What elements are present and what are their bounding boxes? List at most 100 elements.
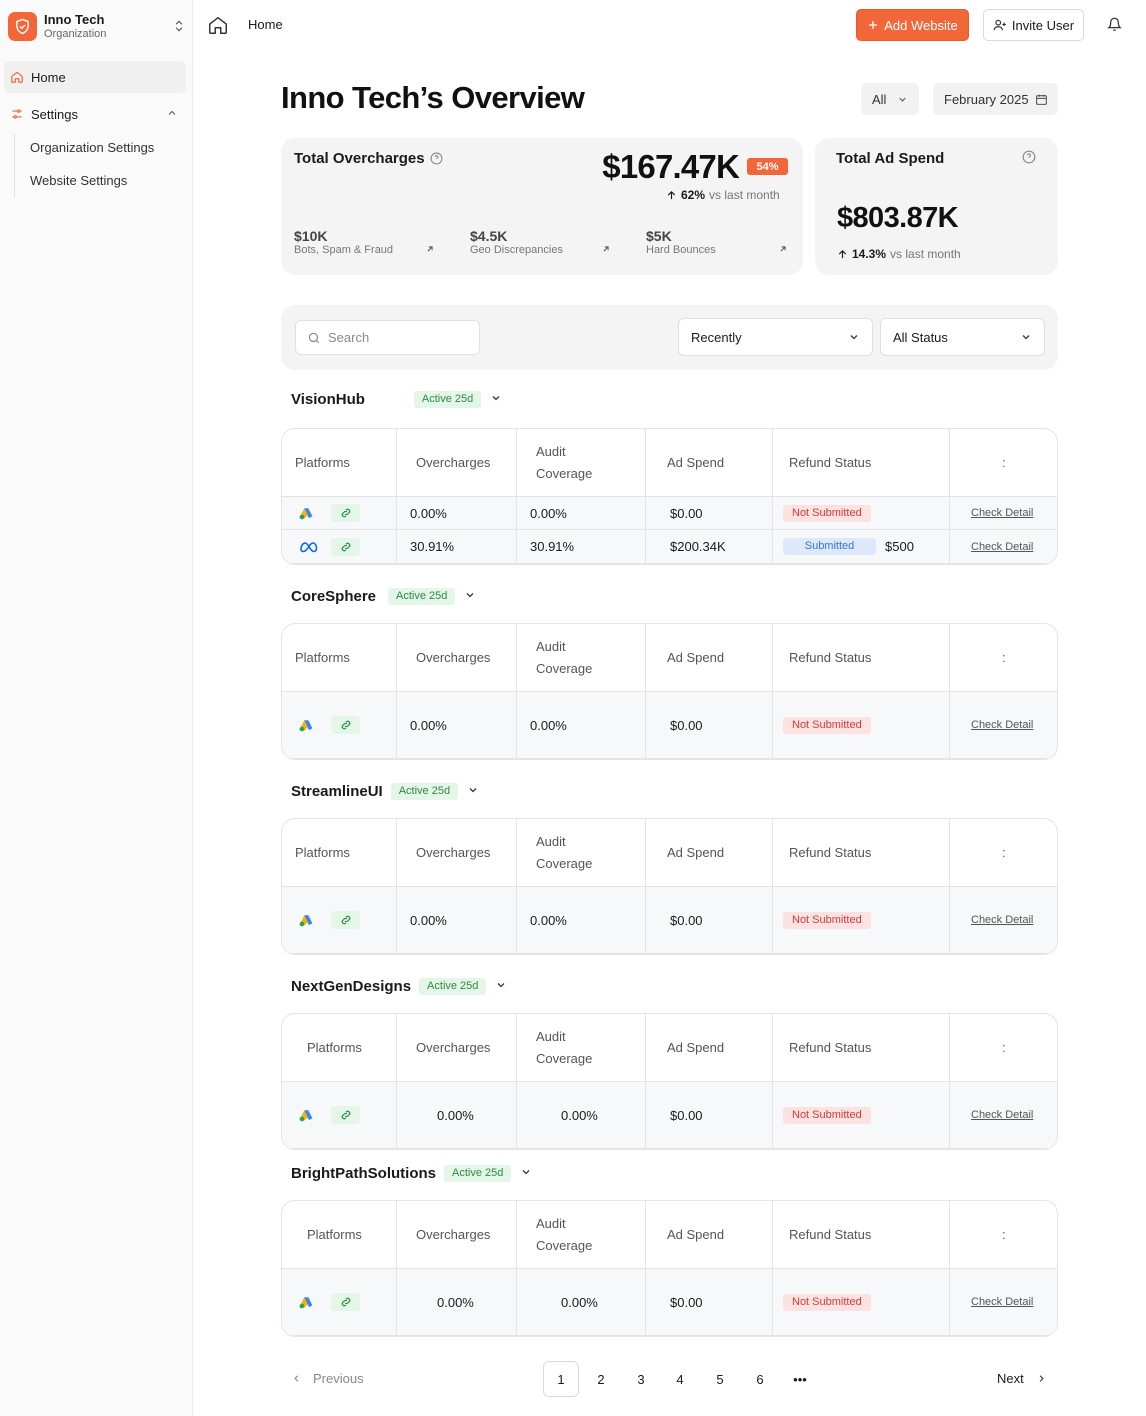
- check-detail-link[interactable]: Check Detail: [971, 497, 1033, 529]
- table-row: 0.00% 0.00% $0.00 Not Submitted Check Detail: [282, 1269, 1057, 1336]
- website-name: BrightPathSolutions: [291, 1165, 436, 1182]
- column-divider: [772, 1014, 773, 1149]
- previous-page-button[interactable]: Previous: [291, 1371, 364, 1386]
- overcharges-percent-badge: 54%: [747, 158, 788, 175]
- website-group-header[interactable]: StreamlineUI Active 25d: [291, 783, 479, 800]
- chevron-updown-icon[interactable]: [172, 19, 186, 33]
- overcharges-trend-text: vs last month: [709, 188, 780, 202]
- page-3-button[interactable]: 3: [623, 1361, 659, 1397]
- table-header: Platforms Overcharges Audit Coverage Ad Spen…: [282, 624, 1057, 692]
- page-2-button[interactable]: 2: [583, 1361, 619, 1397]
- refund-status-cell: Not Submitted: [783, 887, 871, 953]
- chevron-down-icon[interactable]: [464, 589, 476, 604]
- chevron-down-icon[interactable]: [495, 979, 507, 994]
- overcharges-title: Total Overcharges: [294, 150, 425, 167]
- header-actions[interactable]: :: [1002, 624, 1006, 692]
- audit-coverage-cell: 30.91%: [530, 539, 575, 554]
- platform-link[interactable]: [331, 692, 360, 758]
- bell-icon[interactable]: [1107, 17, 1122, 32]
- chevron-down-icon[interactable]: [467, 784, 479, 799]
- header-ad-spend: Ad Spend: [667, 1040, 725, 1055]
- metric-geo[interactable]: $4.5K Geo Discrepancies: [470, 228, 563, 256]
- check-detail-link[interactable]: Check Detail: [971, 1269, 1033, 1335]
- status-badge: Active 25d: [419, 978, 487, 995]
- header-audit-coverage: Audit Coverage: [536, 624, 592, 692]
- next-page-button[interactable]: Next: [997, 1371, 1047, 1386]
- platform-link[interactable]: [331, 887, 360, 953]
- header-actions[interactable]: :: [1002, 429, 1006, 497]
- page-4-button[interactable]: 4: [662, 1361, 698, 1397]
- header-actions[interactable]: :: [1002, 1201, 1006, 1269]
- refund-status-badge: Not Submitted: [783, 504, 871, 522]
- check-detail-link[interactable]: Check Detail: [971, 1082, 1033, 1148]
- platform-link[interactable]: [331, 497, 360, 529]
- website-group-header[interactable]: CoreSphere Active 25d: [291, 588, 476, 605]
- column-divider: [516, 1014, 517, 1149]
- table-row: 0.00% 0.00% $0.00 Not Submitted Check Detail: [282, 692, 1057, 759]
- platform-link[interactable]: [331, 1269, 360, 1335]
- home-icon[interactable]: [207, 14, 229, 36]
- check-detail-link[interactable]: Check Detail: [971, 692, 1033, 758]
- header-actions[interactable]: :: [1002, 1014, 1006, 1082]
- arrow-up-right-icon[interactable]: [601, 244, 611, 254]
- status-badge: Active 25d: [413, 391, 482, 408]
- org-switcher[interactable]: Inno Tech Organization: [8, 8, 186, 44]
- breadcrumb[interactable]: Home: [248, 17, 283, 32]
- sidebar-item-organization-settings[interactable]: Organization Settings: [30, 140, 154, 155]
- chevron-down-icon[interactable]: [490, 392, 502, 407]
- header-audit-line1: Audit: [536, 639, 566, 654]
- arrow-up-right-icon[interactable]: [778, 244, 788, 254]
- previous-label: Previous: [313, 1371, 364, 1386]
- chevron-down-icon: [850, 335, 858, 340]
- check-detail-link[interactable]: Check Detail: [971, 887, 1033, 953]
- header-actions[interactable]: :: [1002, 819, 1006, 887]
- sidebar-item-label: Settings: [31, 106, 78, 122]
- next-label: Next: [997, 1371, 1024, 1386]
- refund-status-badge: Not Submitted: [783, 1293, 871, 1311]
- sidebar-item-settings[interactable]: Settings: [4, 98, 186, 130]
- arrow-up-right-icon[interactable]: [425, 244, 435, 254]
- website-group-header[interactable]: VisionHub Active 25d: [291, 391, 502, 408]
- header-ad-spend: Ad Spend: [667, 1227, 725, 1242]
- platform-link[interactable]: [331, 530, 360, 563]
- adspend-trend: 14.3% vs last month: [837, 247, 961, 261]
- column-divider: [396, 429, 397, 564]
- status-select[interactable]: All Status: [880, 318, 1045, 356]
- invite-user-button[interactable]: Invite User: [983, 9, 1084, 41]
- search-input[interactable]: Search: [295, 320, 480, 355]
- website-group-header[interactable]: BrightPathSolutions Active 25d: [291, 1165, 532, 1182]
- search-icon: [308, 332, 320, 343]
- chevron-down-icon: [1022, 335, 1030, 340]
- org-name: Inno Tech: [44, 11, 105, 27]
- header-ad-spend: Ad Spend: [667, 455, 725, 470]
- platform-link[interactable]: [331, 1082, 360, 1148]
- page-5-button[interactable]: 5: [702, 1361, 738, 1397]
- date-picker[interactable]: February 2025: [933, 83, 1058, 115]
- sidebar-item-website-settings[interactable]: Website Settings: [30, 173, 127, 188]
- refund-status-cell: Not Submitted: [783, 497, 871, 529]
- pagination-ellipsis[interactable]: •••: [782, 1361, 818, 1397]
- status-value: All Status: [893, 329, 948, 345]
- ad-spend-cell: $0.00: [670, 1294, 703, 1310]
- page-1-button[interactable]: 1: [543, 1361, 579, 1397]
- help-icon[interactable]: [430, 152, 443, 165]
- scope-select[interactable]: All: [861, 83, 919, 115]
- card-title: Total Overcharges: [294, 150, 443, 167]
- page-6-button[interactable]: 6: [742, 1361, 778, 1397]
- metric-bots[interactable]: $10K Bots, Spam & Fraud: [294, 228, 393, 256]
- website-table: Platforms Overcharges Audit Coverage Ad Spen…: [281, 428, 1058, 565]
- check-detail-link[interactable]: Check Detail: [971, 530, 1033, 563]
- column-divider: [645, 1014, 646, 1149]
- ad-spend-cell: $0.00: [670, 1107, 703, 1123]
- chevron-down-icon[interactable]: [520, 1166, 532, 1181]
- google-ads-icon: [299, 1082, 313, 1148]
- table-row: 0.00% 0.00% $0.00 Not Submitted Check Detail: [282, 1082, 1057, 1149]
- add-website-button[interactable]: Add Website: [856, 9, 969, 41]
- sort-select[interactable]: Recently: [678, 318, 873, 356]
- metric-bounces[interactable]: $5K Hard Bounces: [646, 228, 716, 256]
- website-group-header[interactable]: NextGenDesigns Active 25d: [291, 978, 507, 995]
- help-icon[interactable]: [1022, 150, 1036, 164]
- sidebar-item-home[interactable]: Home: [4, 61, 186, 93]
- table-header: Platforms Overcharges Audit Coverage Ad Spen…: [282, 429, 1057, 497]
- ad-spend-cell: $0.00: [670, 912, 703, 928]
